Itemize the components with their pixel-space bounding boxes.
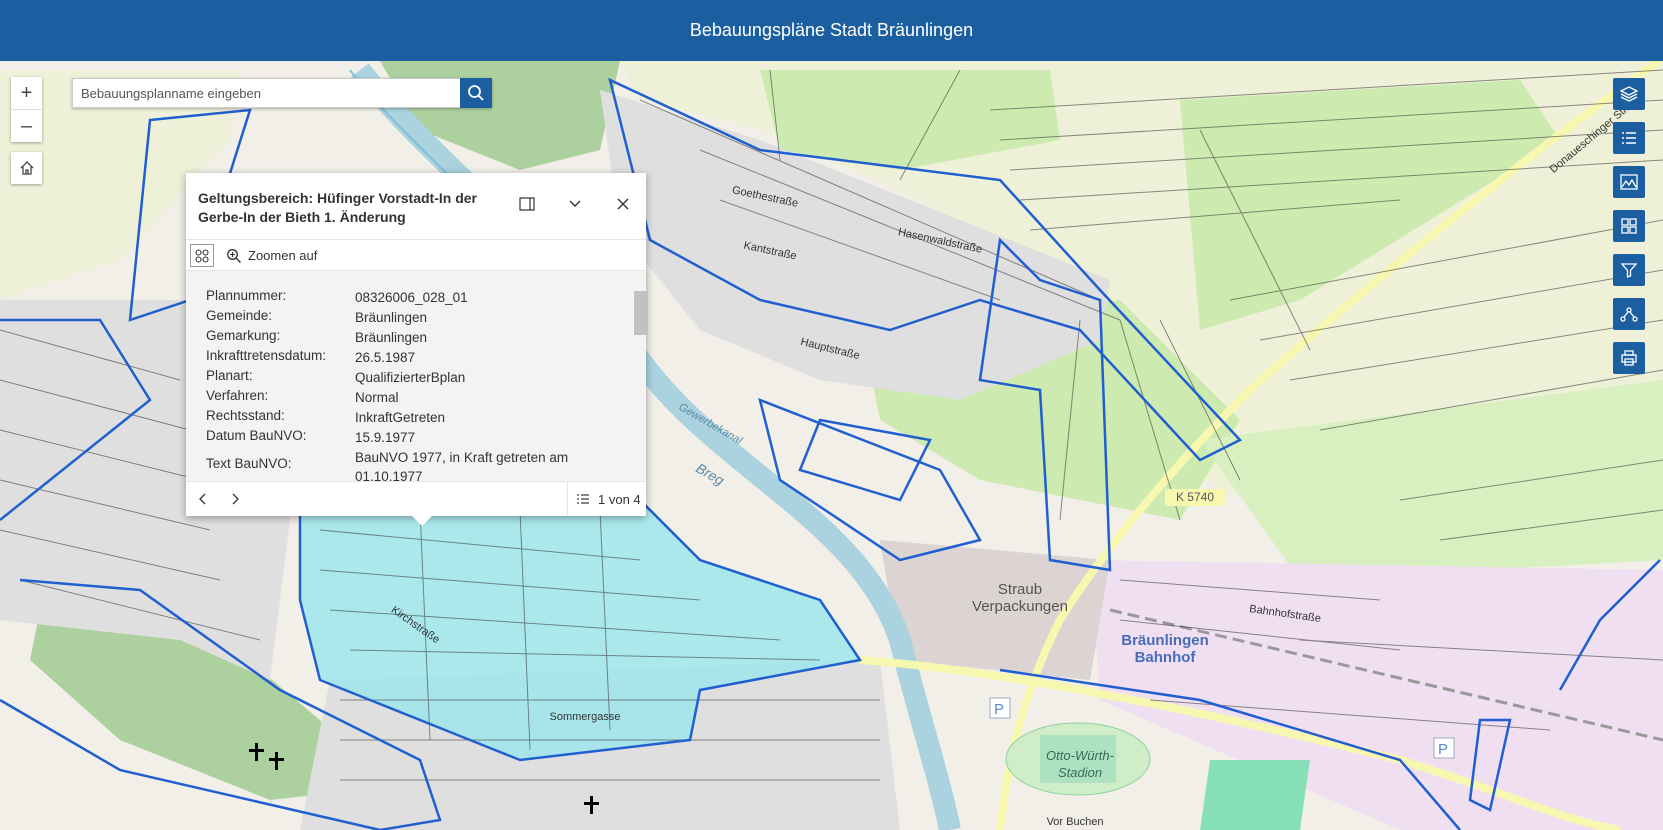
measure-button[interactable] (1613, 298, 1645, 330)
map-label-k5740: K 5740 (1165, 489, 1225, 506)
map-label-sommergasse: Sommergasse (540, 709, 630, 726)
close-icon (617, 198, 629, 210)
attribute-value: BauNVO 1977, in Kraft getreten am 01.10.… (355, 450, 569, 481)
zoom-controls: + – (11, 77, 42, 142)
map-label-vorbuchen: Vor Buchen (1030, 814, 1120, 830)
map-label-straub: Straub Verpackungen (960, 581, 1080, 615)
search-bar (72, 78, 492, 108)
print-icon (1621, 350, 1637, 366)
zoom-out-button[interactable]: – (11, 109, 42, 142)
measure-icon (1620, 307, 1638, 322)
filter-button[interactable] (1613, 254, 1645, 286)
attribute-label: Plannummer: (206, 288, 287, 303)
chevron-left-icon (199, 493, 206, 505)
zoom-to-label: Zoomen auf (248, 248, 318, 263)
sports-field (1200, 760, 1310, 830)
tool-bar (1613, 78, 1645, 386)
attribute-value: InkraftGetreten (355, 410, 446, 425)
zoom-in-button[interactable]: + (11, 77, 42, 109)
attribute-label: Inkrafttretensdatum: (206, 348, 327, 363)
dock-button[interactable] (516, 193, 538, 215)
grid-icon (1621, 218, 1637, 234)
popup-footer: 1 von 4 (186, 481, 646, 516)
attribute-label: Rechtsstand: (206, 408, 285, 423)
attribute-value: Normal (355, 390, 399, 405)
legend-button[interactable] (1613, 122, 1645, 154)
print-button[interactable] (1613, 342, 1645, 374)
chevron-down-icon (569, 200, 581, 207)
basemap-button[interactable] (1613, 166, 1645, 198)
scrollbar-thumb[interactable] (634, 291, 648, 335)
home-button[interactable] (11, 152, 42, 184)
layers-icon (1619, 86, 1639, 102)
attribute-value: QualifizierterBplan (355, 370, 466, 385)
layers-button[interactable] (1613, 78, 1645, 110)
map-label-k5740-text: K 5740 (1175, 490, 1215, 504)
next-feature-button[interactable] (226, 490, 244, 508)
map-label-bahnhof-text: Bräunlingen Bahnhof (1121, 632, 1209, 666)
select-features-button[interactable] (190, 244, 214, 267)
filter-icon (1620, 263, 1638, 278)
search-icon (468, 85, 484, 101)
dock-icon (519, 197, 535, 211)
attribute-value: 26.5.1987 (355, 350, 416, 365)
map-label-bahnhof: Bräunlingen Bahnhof (1105, 632, 1225, 666)
map-label-sommergasse-text: Sommergasse (549, 711, 621, 723)
attribute-label: Verfahren: (206, 388, 269, 403)
map-label-straub-text: Straub Verpackungen (972, 581, 1068, 615)
attribute-value: 15.9.1977 (355, 430, 416, 445)
minus-icon: – (20, 114, 33, 137)
popup-actions: Zoomen auf (186, 239, 646, 271)
map-label-stadion: Otto-Würth- Stadion (1030, 747, 1130, 781)
plus-icon: + (20, 81, 33, 104)
svg-text:P: P (1438, 741, 1448, 758)
collapse-button[interactable] (564, 193, 586, 215)
attribute-scrollbar[interactable] (632, 271, 648, 481)
svg-text:P: P (994, 701, 1004, 718)
attribute-value: Bräunlingen (355, 310, 428, 325)
list-icon (577, 494, 589, 504)
basemap-icon (1620, 174, 1638, 190)
popup-header: Geltungsbereich: Hüfinger Vorstadt-In de… (186, 173, 646, 239)
search-button[interactable] (460, 78, 492, 108)
search-input[interactable] (72, 78, 460, 108)
select-features-icon (195, 248, 209, 263)
close-button[interactable] (612, 193, 634, 215)
attribute-label: Datum BauNVO: (206, 428, 307, 443)
attribute-list: Plannummer: 08326006_028_01 Gemeinde: Bräu… (186, 271, 646, 481)
app-title: Bebauungspläne Stadt Bräunlingen (689, 20, 974, 40)
feature-popup: Geltungsbereich: Hüfinger Vorstadt-In de… (186, 173, 648, 526)
zoom-to-button[interactable]: Zoomen auf (226, 240, 317, 271)
feature-pager[interactable]: 1 von 4 (567, 482, 641, 516)
popup-title: Geltungsbereich: Hüfinger Vorstadt-In de… (198, 190, 477, 225)
attribute-value: Bräunlingen (355, 330, 428, 345)
zoom-to-icon (227, 248, 241, 263)
previous-feature-button[interactable] (194, 490, 212, 508)
map-label-stadion-text: Otto-Würth- Stadion (1046, 748, 1114, 780)
attribute-label: Gemeinde: (206, 308, 273, 323)
pager-text: 1 von 4 (598, 491, 641, 507)
grid-button[interactable] (1613, 210, 1645, 242)
map-label-vorbuchen-text: Vor Buchen (1046, 816, 1104, 828)
attribute-label: Gemarkung: (206, 328, 281, 343)
attribute-label: Planart: (206, 368, 253, 383)
home-icon (20, 161, 33, 175)
app-header: Bebauungspläne Stadt Bräunlingen (0, 0, 1663, 61)
attribute-value: 08326006_028_01 (355, 290, 468, 305)
chevron-right-icon (232, 493, 239, 505)
attribute-label: Text BauNVO: (206, 456, 292, 471)
legend-icon (1622, 132, 1636, 144)
